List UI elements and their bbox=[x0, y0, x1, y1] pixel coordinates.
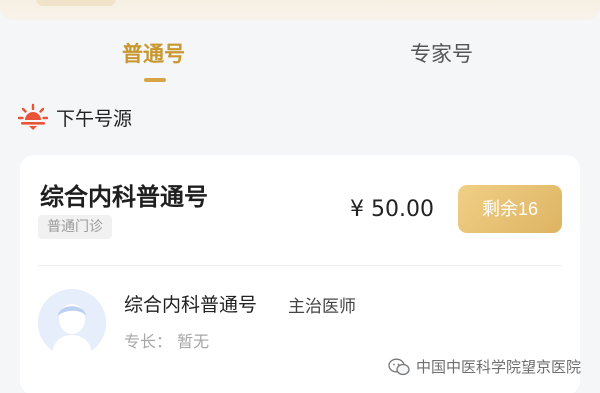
doctor-avatar bbox=[38, 289, 106, 357]
watermark-text: 中国中医科学院望京医院 bbox=[416, 358, 582, 376]
doctor-title: 主治医师 bbox=[288, 297, 356, 317]
clinic-type-badge: 普通门诊 bbox=[38, 215, 112, 239]
tab-expert[interactable]: 专家号 bbox=[410, 38, 473, 68]
registration-tabs: 普通号 专家号 bbox=[0, 28, 600, 88]
top-banner bbox=[0, 0, 600, 20]
department-name: 综合内科普通号 bbox=[40, 183, 208, 211]
price-label: ¥ 50.00 bbox=[350, 197, 434, 222]
doctor-specialty: 专长： 暂无 bbox=[124, 332, 210, 351]
divider bbox=[38, 265, 562, 266]
doctor-name: 综合内科普通号 bbox=[124, 294, 258, 316]
tab-general[interactable]: 普通号 bbox=[122, 38, 185, 68]
wechat-icon bbox=[388, 358, 410, 376]
active-tab-indicator bbox=[144, 78, 166, 82]
section-title: 下午号源 bbox=[56, 108, 133, 130]
sunset-icon bbox=[18, 103, 48, 130]
banner-decoration bbox=[36, 0, 116, 6]
remaining-slots-button[interactable]: 剩余16 bbox=[458, 185, 562, 233]
person-icon bbox=[38, 289, 106, 357]
